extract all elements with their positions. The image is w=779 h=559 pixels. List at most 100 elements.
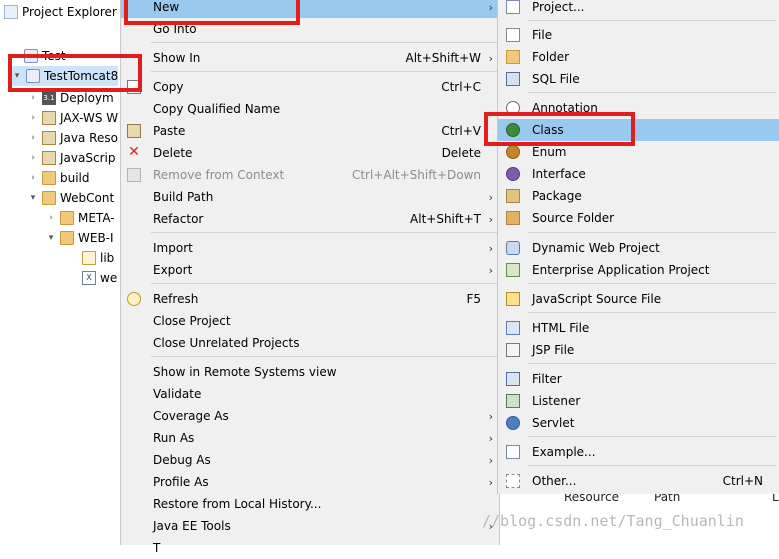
submenu-item-annotation[interactable]: Annotation [498, 97, 779, 119]
submenu-item-label: SQL File [532, 72, 580, 86]
menu-item-accel: F5 [466, 292, 481, 306]
menu-separator [151, 42, 497, 43]
submenu-arrow-icon: › [488, 475, 493, 489]
menu-item-restore-local-history[interactable]: Restore from Local History... [121, 493, 499, 515]
tree-item-webcontent[interactable]: ▾ WebCont [28, 188, 114, 208]
submenu-item-package[interactable]: Package [498, 185, 779, 207]
submenu-item-label: Dynamic Web Project [532, 241, 660, 255]
tree-item-web-inf[interactable]: ▾ WEB-I [46, 228, 114, 248]
menu-item-accel: Ctrl+C [441, 80, 481, 94]
menu-item-close-unrelated-projects[interactable]: Close Unrelated Projects [121, 332, 499, 354]
tree-item-label: JAX-WS W [60, 111, 119, 125]
tree-item-java-resources[interactable]: › Java Reso [28, 128, 118, 148]
menu-item-java-ee-tools[interactable]: Java EE Tools › [121, 515, 499, 537]
project-icon [24, 49, 38, 63]
tree-item-web-xml[interactable]: X we [82, 268, 117, 288]
tree-item-test[interactable]: Test [24, 46, 66, 66]
submenu-item-example[interactable]: Example... [498, 441, 779, 463]
tree-item-build[interactable]: › build [28, 168, 90, 188]
tree-item-label: WebCont [60, 191, 115, 205]
submenu-item-dynamic-web-project[interactable]: Dynamic Web Project [498, 237, 779, 259]
submenu-item-jsp-file[interactable]: JSP File [498, 339, 779, 361]
submenu-item-folder[interactable]: Folder [498, 46, 779, 68]
menu-item-label: Validate [153, 387, 202, 401]
submenu-arrow-icon: › [488, 453, 493, 467]
remove-context-icon [127, 168, 141, 182]
tree-item-javascript[interactable]: › JavaScrip [28, 148, 115, 168]
menu-separator [528, 232, 776, 233]
submenu-item-label: File [532, 28, 553, 42]
submenu-item-listener[interactable]: Listener [498, 390, 779, 412]
tree-item-jaxws[interactable]: › JAX-WS W [28, 108, 118, 128]
submenu-item-other[interactable]: Other... Ctrl+N [498, 470, 779, 492]
menu-item-go-into[interactable]: Go Into [121, 18, 499, 40]
menu-item-validate[interactable]: Validate [121, 383, 499, 405]
tree-item-label: WEB-I [78, 231, 114, 245]
tree-item-lib[interactable]: lib [82, 248, 114, 268]
submenu-item-label: JavaScript Source File [532, 292, 662, 306]
javascript-file-icon [506, 292, 520, 306]
menu-item-show-in[interactable]: Show In Alt+Shift+W › [121, 47, 499, 69]
menu-item-label: Show in Remote Systems view [153, 365, 337, 379]
menu-item-paste[interactable]: Paste Ctrl+V [121, 120, 499, 142]
collapsed-arrow-icon[interactable]: › [46, 213, 56, 223]
menu-item-close-project[interactable]: Close Project [121, 310, 499, 332]
submenu-item-label: Other... [532, 474, 577, 488]
menu-item-export[interactable]: Export › [121, 259, 499, 281]
enum-icon [506, 145, 520, 159]
menu-item-team[interactable]: T [121, 537, 499, 559]
new-submenu: Project... File Folder SQL File Annotati… [497, 0, 779, 494]
menu-item-show-in-remote-systems[interactable]: Show in Remote Systems view [121, 361, 499, 383]
submenu-item-file[interactable]: File [498, 24, 779, 46]
menu-item-coverage-as[interactable]: Coverage As › [121, 405, 499, 427]
interface-icon [506, 167, 520, 181]
tree-item-deployment[interactable]: › 3.1 Deploym [28, 88, 114, 108]
menu-item-refactor[interactable]: Refactor Alt+Shift+T › [121, 208, 499, 230]
other-wizard-icon [506, 474, 520, 488]
expanded-arrow-icon[interactable]: ▾ [46, 233, 56, 243]
menu-item-profile-as[interactable]: Profile As › [121, 471, 499, 493]
submenu-item-source-folder[interactable]: Source Folder [498, 207, 779, 229]
submenu-item-class[interactable]: Class [498, 119, 779, 141]
xml-file-icon: X [82, 271, 96, 285]
menu-item-run-as[interactable]: Run As › [121, 427, 499, 449]
submenu-item-filter[interactable]: Filter [498, 368, 779, 390]
collapsed-arrow-icon[interactable]: › [28, 93, 38, 103]
explorer-header: Project Explorer [0, 0, 120, 24]
submenu-item-javascript-source-file[interactable]: JavaScript Source File [498, 288, 779, 310]
submenu-item-enterprise-application-project[interactable]: Enterprise Application Project [498, 259, 779, 281]
submenu-item-servlet[interactable]: Servlet [498, 412, 779, 434]
submenu-item-interface[interactable]: Interface [498, 163, 779, 185]
collapsed-arrow-icon[interactable]: › [28, 173, 38, 183]
expanded-arrow-icon[interactable]: ▾ [12, 71, 22, 81]
menu-item-label: Close Unrelated Projects [153, 336, 300, 350]
html-file-icon [506, 321, 520, 335]
tree-item-testtomcat8[interactable]: ▾ TestTomcat8 [12, 66, 119, 86]
menu-item-copy-qualified-name[interactable]: Copy Qualified Name [121, 98, 499, 120]
submenu-item-enum[interactable]: Enum [498, 141, 779, 163]
collapsed-arrow-icon[interactable]: › [28, 113, 38, 123]
submenu-arrow-icon: › [488, 409, 493, 423]
menu-item-debug-as[interactable]: Debug As › [121, 449, 499, 471]
menu-item-new[interactable]: New › [121, 0, 499, 18]
menu-item-import[interactable]: Import › [121, 237, 499, 259]
menu-item-delete[interactable]: ✕ Delete Delete [121, 142, 499, 164]
jsp-file-icon [506, 343, 520, 357]
expanded-arrow-icon[interactable]: ▾ [28, 193, 38, 203]
submenu-item-project[interactable]: Project... [498, 0, 779, 18]
menu-item-remove-from-context[interactable]: Remove from Context Ctrl+Alt+Shift+Down [121, 164, 499, 186]
menu-item-build-path[interactable]: Build Path › [121, 186, 499, 208]
submenu-item-html-file[interactable]: HTML File [498, 317, 779, 339]
menu-item-refresh[interactable]: Refresh F5 [121, 288, 499, 310]
collapsed-arrow-icon[interactable]: › [28, 133, 38, 143]
collapsed-arrow-icon[interactable]: › [28, 153, 38, 163]
folder-icon [42, 191, 56, 205]
submenu-item-sql-file[interactable]: SQL File [498, 68, 779, 90]
submenu-item-label: Annotation [532, 101, 598, 115]
submenu-item-label: Source Folder [532, 211, 615, 225]
menu-item-copy[interactable]: Copy Ctrl+C [121, 76, 499, 98]
menu-item-label: Run As [153, 431, 195, 445]
submenu-item-label: Example... [532, 445, 596, 459]
menu-item-label: Coverage As [153, 409, 229, 423]
tree-item-meta-inf[interactable]: › META- [46, 208, 115, 228]
